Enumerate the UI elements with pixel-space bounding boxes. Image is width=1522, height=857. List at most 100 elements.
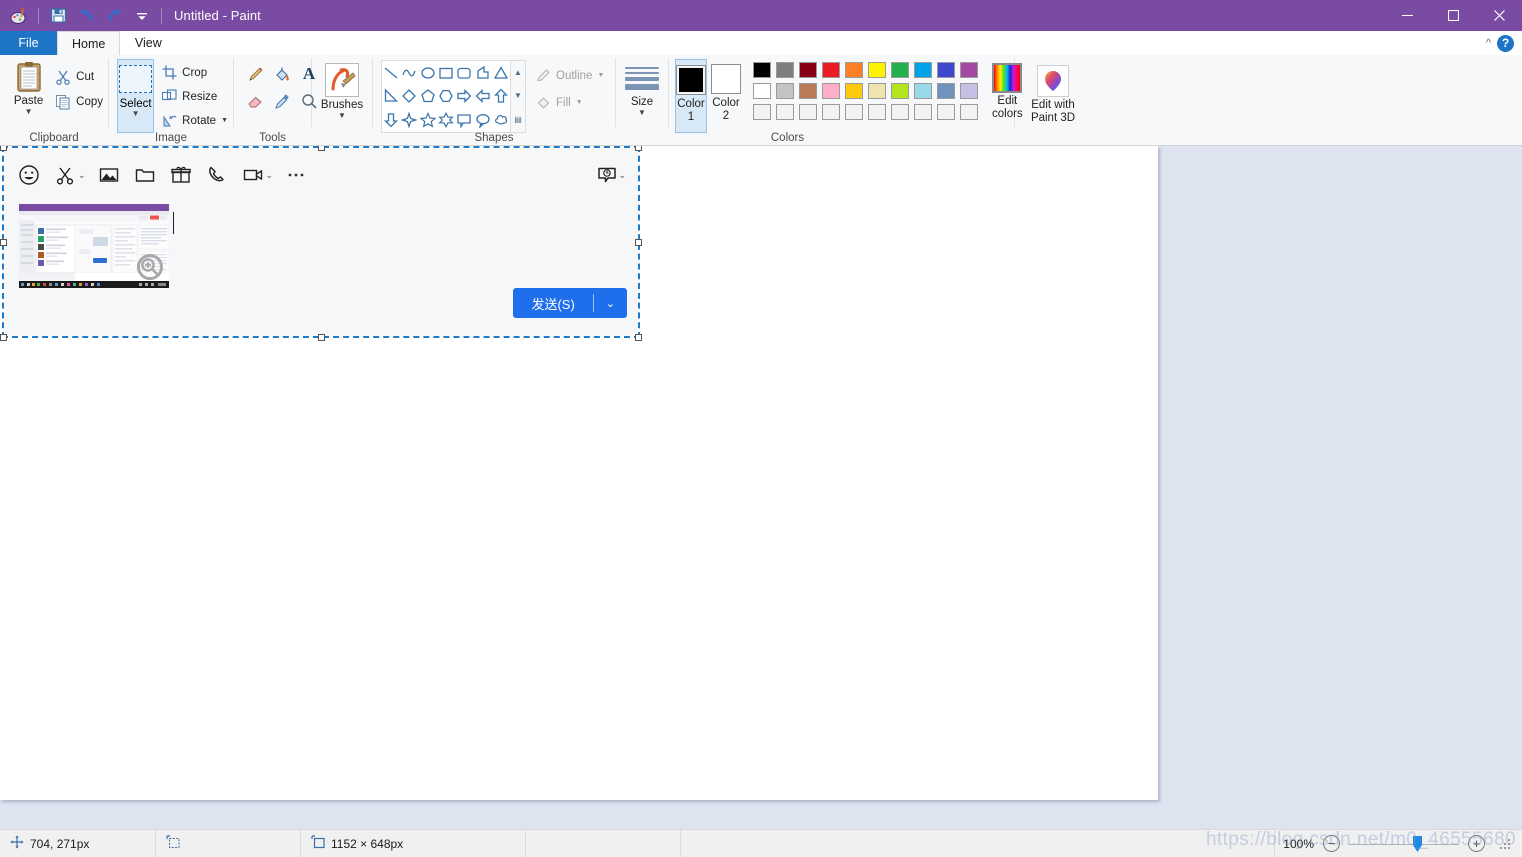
select-button[interactable]: Select ▼ [117, 59, 155, 133]
cloud-callout-shape[interactable] [492, 109, 510, 131]
palette-swatch-r1-c6[interactable] [866, 60, 888, 80]
save-icon[interactable] [45, 3, 71, 29]
palette-swatch-r3-c2[interactable] [774, 102, 796, 122]
rounded-callout-shape[interactable] [455, 109, 473, 131]
palette-swatch-r1-c7[interactable] [889, 60, 911, 80]
crop-button[interactable]: Crop [160, 61, 233, 84]
palette-swatch-r2-c10[interactable] [958, 81, 980, 101]
palette-swatch-r3-c1[interactable] [751, 102, 773, 122]
phone-icon[interactable] [200, 160, 234, 190]
palette-swatch-r3-c9[interactable] [935, 102, 957, 122]
right-triangle-shape[interactable] [382, 85, 400, 107]
shapes-scroll-down-icon[interactable]: ▼ [514, 92, 522, 100]
rounded-rectangle-shape[interactable] [455, 62, 473, 84]
selection-handle-ne[interactable] [635, 146, 642, 151]
paint-logo-icon[interactable] [6, 3, 32, 29]
send-options-caret-icon[interactable]: ⌄ [594, 297, 627, 310]
pasted-selection[interactable]: ⌄ ⌄ ⌄ 发送(S) ⌄ [0, 146, 642, 341]
tab-view[interactable]: View [120, 31, 176, 55]
selection-handle-s[interactable] [318, 334, 325, 341]
left-arrow-shape[interactable] [474, 85, 492, 107]
palette-swatch-r2-c3[interactable] [797, 81, 819, 101]
tab-home[interactable]: Home [57, 31, 121, 55]
fill-button[interactable]: Fill ▼ [534, 91, 609, 114]
palette-swatch-r2-c5[interactable] [843, 81, 865, 101]
six-point-star-shape[interactable] [437, 109, 455, 131]
color-1-button[interactable]: Color 1 [675, 59, 707, 133]
paste-button[interactable]: Paste ▼ [8, 59, 49, 117]
shapes-expand-icon[interactable]: ▤ [514, 116, 522, 124]
undo-icon[interactable] [73, 3, 99, 29]
paste-caret-icon[interactable]: ▼ [25, 107, 33, 115]
palette-swatch-r1-c5[interactable] [843, 60, 865, 80]
video-call-icon[interactable] [236, 160, 270, 190]
selection-handle-sw[interactable] [0, 334, 7, 341]
curve-shape[interactable] [400, 62, 418, 84]
eraser-icon[interactable] [242, 88, 268, 114]
triangle-shape[interactable] [492, 62, 510, 84]
palette-swatch-r1-c2[interactable] [774, 60, 796, 80]
palette-swatch-r1-c1[interactable] [751, 60, 773, 80]
hexagon-shape[interactable] [437, 85, 455, 107]
palette-swatch-r2-c1[interactable] [751, 81, 773, 101]
gift-icon[interactable] [164, 160, 198, 190]
cut-button[interactable]: Cut [53, 65, 108, 88]
screenshot-dropdown-caret-icon[interactable]: ⌄ [78, 170, 86, 181]
pentagon-shape[interactable] [419, 85, 437, 107]
polygon-shape[interactable] [474, 62, 492, 84]
selection-handle-nw[interactable] [0, 146, 7, 151]
brushes-caret-icon[interactable]: ▼ [338, 111, 346, 119]
line-shape[interactable] [382, 62, 400, 84]
oval-callout-shape[interactable] [474, 109, 492, 131]
palette-swatch-r1-c9[interactable] [935, 60, 957, 80]
selection-handle-n[interactable] [318, 146, 325, 151]
close-button[interactable] [1476, 0, 1522, 31]
minimize-button[interactable] [1384, 0, 1430, 31]
emoji-icon[interactable] [12, 160, 46, 190]
redo-icon[interactable] [101, 3, 127, 29]
palette-swatch-r2-c6[interactable] [866, 81, 888, 101]
palette-swatch-r2-c4[interactable] [820, 81, 842, 101]
palette-swatch-r3-c7[interactable] [889, 102, 911, 122]
rectangle-shape[interactable] [437, 62, 455, 84]
down-arrow-shape[interactable] [382, 109, 400, 131]
palette-swatch-r1-c8[interactable] [912, 60, 934, 80]
brushes-button[interactable]: Brushes ▼ [317, 61, 367, 121]
selection-handle-e[interactable] [635, 239, 642, 246]
paint-canvas[interactable]: ⌄ ⌄ ⌄ 发送(S) ⌄ [0, 146, 1158, 800]
send-button[interactable]: 发送(S) ⌄ [513, 288, 627, 318]
zoom-slider-thumb[interactable] [1411, 835, 1424, 853]
palette-swatch-r1-c4[interactable] [820, 60, 842, 80]
four-point-star-shape[interactable] [400, 109, 418, 131]
palette-swatch-r3-c5[interactable] [843, 102, 865, 122]
size-caret-icon[interactable]: ▼ [638, 108, 646, 116]
palette-swatch-r3-c8[interactable] [912, 102, 934, 122]
right-arrow-shape[interactable] [455, 85, 473, 107]
palette-swatch-r3-c4[interactable] [820, 102, 842, 122]
image-icon[interactable] [92, 160, 126, 190]
color-2-button[interactable]: Color 2 [711, 59, 741, 133]
palette-swatch-r2-c7[interactable] [889, 81, 911, 101]
diamond-shape[interactable] [400, 85, 418, 107]
resize-button[interactable]: Resize [160, 85, 233, 108]
palette-swatch-r2-c9[interactable] [935, 81, 957, 101]
oval-shape[interactable] [419, 62, 437, 84]
zoom-slider[interactable] [1349, 830, 1459, 857]
video-dropdown-caret-icon[interactable]: ⌄ [266, 170, 274, 181]
fill-bucket-icon[interactable] [269, 61, 295, 87]
select-caret-icon[interactable]: ▼ [132, 110, 140, 118]
palette-swatch-r1-c3[interactable] [797, 60, 819, 80]
zoom-in-button[interactable]: + [1468, 835, 1485, 852]
size-button[interactable]: Size ▼ [621, 59, 663, 118]
copy-button[interactable]: Copy [53, 90, 108, 113]
palette-swatch-r1-c10[interactable] [958, 60, 980, 80]
maximize-button[interactable] [1430, 0, 1476, 31]
palette-swatch-r3-c3[interactable] [797, 102, 819, 122]
folder-icon[interactable] [128, 160, 162, 190]
shapes-scroll-up-icon[interactable]: ▲ [514, 68, 522, 77]
color-picker-icon[interactable] [269, 88, 295, 114]
palette-swatch-r3-c6[interactable] [866, 102, 888, 122]
collapse-ribbon-icon[interactable]: ^ [1486, 37, 1491, 49]
chat-history-caret-icon[interactable]: ⌄ [618, 170, 626, 181]
selection-handle-se[interactable] [635, 334, 642, 341]
